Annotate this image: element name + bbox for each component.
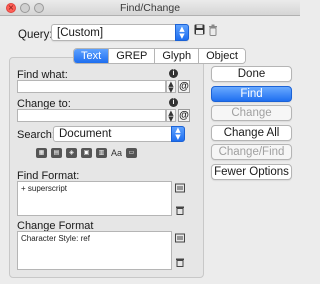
footnotes-icon[interactable]: ▥ [96, 148, 107, 158]
chevron-updown-icon: ▲ ▼ [171, 126, 185, 142]
change-format-value: Character Style: ref [21, 234, 90, 243]
special-characters-button[interactable]: @ [178, 80, 190, 93]
search-options-toolbar: ▦ ▤ ◈ ▣ ▥ Aa ▭ [36, 148, 138, 158]
change-format-box[interactable]: Character Style: ref [17, 231, 172, 270]
search-label: Search: [17, 129, 55, 141]
master-pages-icon[interactable]: ▣ [81, 148, 92, 158]
change-history-dropdown[interactable]: ▲ ▼ [166, 109, 176, 122]
hidden-layers-icon[interactable]: ◈ [66, 148, 77, 158]
change-special-characters-button[interactable]: @ [178, 109, 190, 122]
find-what-input[interactable] [17, 80, 166, 93]
tab-grep[interactable]: GREP [108, 49, 155, 63]
find-format-value: + superscript [21, 184, 68, 193]
locked-stories-icon[interactable]: ▤ [51, 148, 62, 158]
window-title: Find/Change [119, 2, 181, 14]
change-all-button[interactable]: Change All [211, 125, 292, 141]
clear-find-format-icon[interactable] [175, 205, 185, 215]
clear-change-format-icon[interactable] [175, 257, 185, 267]
find-button[interactable]: Find [211, 86, 292, 102]
done-button[interactable]: Done [211, 66, 292, 82]
tab-glyph[interactable]: Glyph [154, 49, 199, 63]
specify-find-format-icon[interactable] [175, 183, 185, 193]
fewer-options-button[interactable]: Fewer Options [211, 164, 292, 180]
trash-icon [209, 24, 217, 36]
specify-change-format-icon[interactable] [175, 233, 185, 243]
delete-query-button[interactable] [208, 24, 218, 39]
whole-word-icon[interactable]: ▭ [126, 148, 138, 158]
change-button[interactable]: Change [211, 105, 292, 121]
tab-object[interactable]: Object [198, 49, 245, 63]
lock-layers-icon[interactable]: ▦ [36, 148, 47, 158]
tab-text[interactable]: Text [74, 49, 109, 63]
query-value: [Custom] [57, 27, 104, 39]
find-format-box[interactable]: + superscript [17, 181, 172, 216]
chevron-updown-icon: ▲ ▼ [175, 24, 189, 41]
search-scope-select[interactable]: Document ▲ ▼ [53, 126, 185, 142]
query-label: Query: [18, 29, 53, 41]
change-to-input[interactable] [17, 109, 166, 122]
find-history-dropdown[interactable]: ▲ ▼ [166, 80, 176, 93]
floppy-disk-icon [194, 24, 205, 35]
save-query-button[interactable] [194, 24, 205, 38]
special-characters-find-icon[interactable]: i [169, 69, 178, 78]
mode-tabs: Text GREP Glyph Object [73, 48, 246, 64]
special-characters-change-icon[interactable]: i [169, 98, 178, 107]
search-scope-value: Document [59, 128, 112, 140]
case-sensitive-icon[interactable]: Aa [111, 148, 122, 158]
query-select[interactable]: [Custom] ▲ ▼ [51, 24, 189, 41]
change-find-button[interactable]: Change/Find [211, 144, 292, 160]
